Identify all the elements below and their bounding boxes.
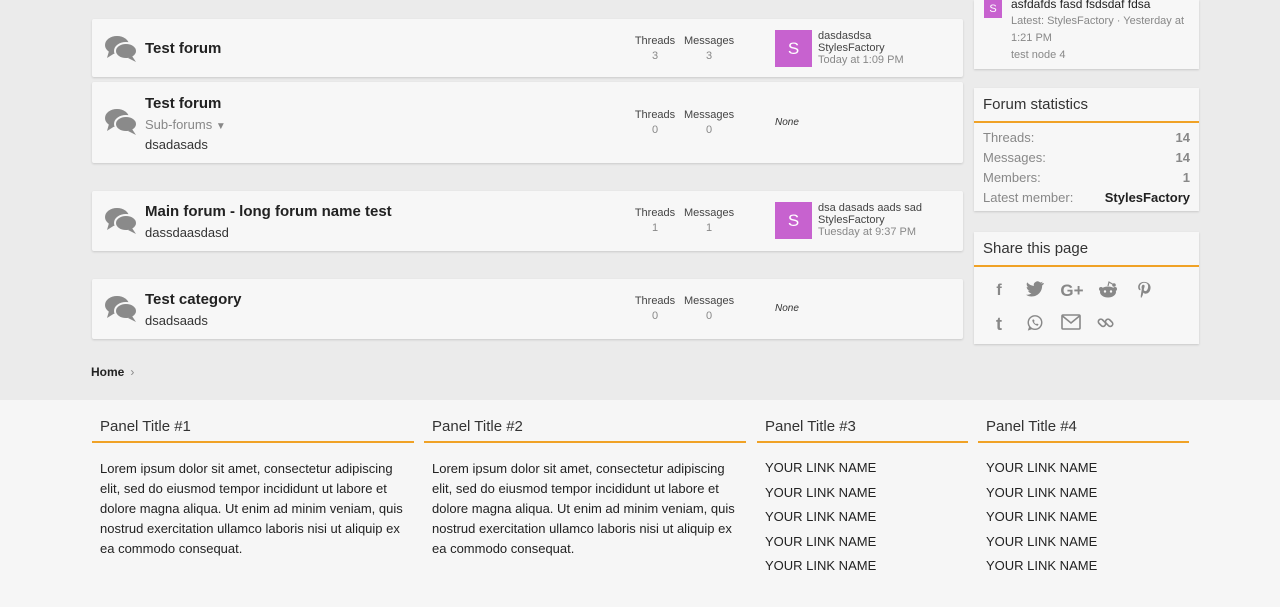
email-icon[interactable]: [1061, 314, 1081, 334]
stat-row: Messages: 14: [983, 150, 1190, 165]
forum-title[interactable]: Main forum - long forum name test: [145, 203, 392, 220]
messages-stat: Messages 3: [684, 35, 735, 62]
footer-link[interactable]: YOUR LINK NAME: [765, 507, 968, 532]
stat-row: Latest member: StylesFactory: [974, 188, 1199, 208]
panel-title: Panel Title #3: [757, 412, 968, 443]
footer-panel: Panel Title #3 YOUR LINK NAME YOUR LINK …: [757, 412, 968, 581]
last-post-title[interactable]: dsa dasads aads sad: [818, 202, 922, 214]
avatar[interactable]: S: [984, 0, 1002, 18]
panel-text: Lorem ipsum dolor sit amet, consectetur …: [100, 461, 403, 556]
google-plus-icon[interactable]: G+: [1058, 281, 1086, 301]
threads-stat: Threads 3: [634, 35, 676, 62]
last-post-time: Today at 1:09 PM: [818, 54, 904, 66]
threads-stat: Threads 1: [634, 207, 676, 234]
messages-stat: Messages 0: [684, 295, 735, 322]
link-icon[interactable]: [1096, 314, 1116, 334]
forum-statistics-block: Forum statistics Threads: 14 Messages: 14 …: [974, 88, 1199, 211]
forum-node[interactable]: Test forum Threads 3 Messages 3 S dasdasds…: [92, 19, 963, 77]
footer-link[interactable]: YOUR LINK NAME: [986, 556, 1189, 581]
caret-down-icon: ▼: [215, 121, 226, 132]
share-block: Share this page f G+ t: [974, 232, 1199, 344]
latest-posts-block: S asfdafds fasd fsdsdaf fdsa Latest: Sty…: [974, 0, 1199, 69]
messages-stat: Messages 1: [684, 207, 735, 234]
forum-node[interactable]: Test forum Sub-forums ▼ dsadasads Thread…: [92, 82, 963, 163]
avatar[interactable]: S: [775, 30, 812, 67]
threads-stat: Threads 0: [634, 295, 676, 322]
block-title: Share this page: [974, 232, 1199, 267]
pinterest-icon[interactable]: [1134, 281, 1154, 301]
footer-link[interactable]: YOUR LINK NAME: [986, 507, 1189, 532]
forum-description: dassdaasdasd: [145, 225, 229, 240]
last-post-user[interactable]: StylesFactory: [818, 214, 922, 226]
chat-bubbles-icon: [105, 296, 138, 322]
reddit-icon[interactable]: [1098, 281, 1118, 301]
latest-post-time: 1:21 PM: [1011, 32, 1052, 44]
facebook-icon[interactable]: f: [989, 281, 1009, 301]
latest-post-node[interactable]: test node 4: [1011, 49, 1065, 61]
footer-link[interactable]: YOUR LINK NAME: [986, 483, 1189, 508]
panel-title: Panel Title #2: [424, 412, 746, 443]
last-post-user[interactable]: StylesFactory: [818, 42, 904, 54]
forum-title[interactable]: Test forum: [145, 95, 221, 112]
footer-link[interactable]: YOUR LINK NAME: [986, 532, 1189, 557]
stat-row: Members: 1: [983, 170, 1190, 185]
chat-bubbles-icon: [105, 36, 138, 62]
footer-link[interactable]: YOUR LINK NAME: [765, 458, 968, 483]
last-post-title[interactable]: dasdasdsa: [818, 30, 904, 42]
footer-panel: Panel Title #1 Lorem ipsum dolor sit ame…: [92, 412, 414, 559]
block-title: Forum statistics: [974, 88, 1199, 123]
last-post-time: Tuesday at 9:37 PM: [818, 226, 917, 238]
footer-link[interactable]: YOUR LINK NAME: [765, 556, 968, 581]
forum-title[interactable]: Test category: [145, 291, 241, 308]
stat-row: Threads: 14: [983, 130, 1190, 145]
latest-post-meta: Latest: StylesFactory · Yesterday at: [1011, 15, 1185, 27]
breadcrumb: Home ›: [91, 365, 134, 379]
last-post-none: None: [775, 303, 799, 314]
footer-link[interactable]: YOUR LINK NAME: [765, 483, 968, 508]
forum-node[interactable]: Main forum - long forum name test dassda…: [92, 191, 963, 251]
forum-title[interactable]: Test forum: [145, 40, 221, 57]
footer-link[interactable]: YOUR LINK NAME: [765, 532, 968, 557]
subforums-toggle[interactable]: Sub-forums ▼: [145, 117, 226, 132]
forum-description: dsadasads: [145, 137, 208, 152]
panel-text: Lorem ipsum dolor sit amet, consectetur …: [432, 461, 735, 556]
latest-post-title[interactable]: asfdafds fasd fsdsdaf fdsa: [1011, 0, 1150, 11]
chat-bubbles-icon: [105, 109, 138, 135]
threads-stat: Threads 0: [634, 109, 676, 136]
latest-member-link[interactable]: StylesFactory: [1105, 188, 1190, 208]
twitter-icon[interactable]: [1025, 281, 1045, 301]
panel-title: Panel Title #1: [92, 412, 414, 443]
chat-bubbles-icon: [105, 208, 138, 234]
forum-description: dsadsaads: [145, 313, 208, 328]
chevron-right-icon: ›: [130, 365, 135, 379]
whatsapp-icon[interactable]: [1025, 314, 1045, 334]
panel-title: Panel Title #4: [978, 412, 1189, 443]
footer-panel: Panel Title #2 Lorem ipsum dolor sit ame…: [424, 412, 746, 559]
tumblr-icon[interactable]: t: [989, 314, 1009, 334]
messages-stat: Messages 0: [684, 109, 735, 136]
footer-panel: Panel Title #4 YOUR LINK NAME YOUR LINK …: [978, 412, 1189, 581]
forum-node[interactable]: Test category dsadsaads Threads 0 Message…: [92, 279, 963, 339]
last-post-none: None: [775, 117, 799, 128]
breadcrumb-home[interactable]: Home: [91, 365, 124, 379]
avatar[interactable]: S: [775, 202, 812, 239]
footer-link[interactable]: YOUR LINK NAME: [986, 458, 1189, 483]
